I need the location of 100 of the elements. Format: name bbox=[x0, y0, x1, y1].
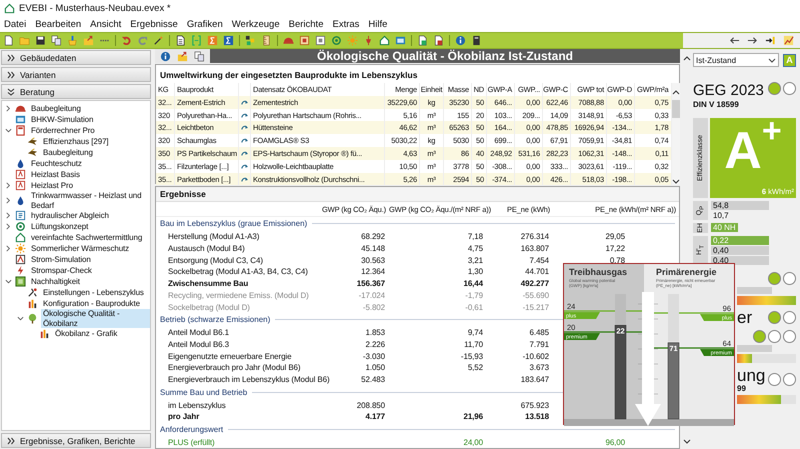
table-cell-text: 45.148 bbox=[360, 244, 386, 253]
window-title: EVEBI - Musterhaus-Neubau.evex * bbox=[19, 3, 171, 14]
scroll-up-icon[interactable] bbox=[682, 55, 690, 63]
row-label: Energieverbrauch im Lebenszyklus (Modul B6) bbox=[167, 375, 331, 384]
rating-title: ung bbox=[737, 366, 766, 384]
tree-item[interactable]: Sommerlicher Wärmeschutz bbox=[29, 244, 132, 254]
blocks-icon[interactable] bbox=[245, 35, 256, 46]
tree-item[interactable]: Strom-Simulation bbox=[29, 254, 93, 264]
table-cell-text: 0,78 bbox=[608, 256, 626, 265]
tree-item[interactable]: Heizlast Basis bbox=[29, 170, 82, 180]
table-cell-text: -3.030 bbox=[362, 352, 386, 361]
arrow-right-icon[interactable] bbox=[747, 35, 758, 46]
tree-item[interactable]: Lüftungskonzept bbox=[29, 222, 90, 232]
menu-item[interactable]: Ansicht bbox=[90, 19, 122, 30]
helmet-icon[interactable] bbox=[283, 35, 294, 46]
tree-item[interactable]: Stromspar-Check bbox=[29, 266, 94, 276]
arrow-left-icon[interactable] bbox=[729, 35, 740, 46]
tree-item[interactable]: Baubegleitung bbox=[41, 148, 95, 158]
save-icon[interactable] bbox=[35, 35, 46, 46]
collapse-icon[interactable] bbox=[7, 88, 15, 96]
table-cell-text: 96,00 bbox=[604, 438, 626, 447]
menu-item[interactable]: Grafiken bbox=[186, 19, 223, 30]
menu-item[interactable]: Bearbeiten bbox=[35, 19, 82, 30]
table-cell-text: 7.454 bbox=[528, 256, 550, 265]
tree-item[interactable]: vereinfachte Sachwertermittlung bbox=[29, 232, 144, 242]
tree-item[interactable]: Effizienzhaus [297] bbox=[41, 136, 111, 146]
metric-value: 10,7 bbox=[712, 211, 730, 220]
tree-item[interactable]: Ökobilanz - Grafik bbox=[53, 328, 120, 338]
ruler-icon[interactable] bbox=[261, 35, 272, 46]
expand-icon[interactable] bbox=[7, 436, 15, 444]
table-cell-text: -15.217 bbox=[522, 302, 550, 312]
tree-item[interactable]: Nachhaltigkeit bbox=[29, 276, 82, 286]
document-icon[interactable] bbox=[433, 35, 444, 46]
tree-item[interactable]: Heizlast Pro bbox=[29, 180, 75, 190]
menu-item[interactable]: Berichte bbox=[288, 19, 324, 30]
tree-item[interactable]: Einstellungen - Lebenszyklus bbox=[41, 288, 146, 298]
chart-icon[interactable] bbox=[783, 35, 794, 46]
table-cell-text: 156.367 bbox=[356, 279, 386, 288]
folder-arrow-icon[interactable] bbox=[177, 50, 188, 62]
tile-icon[interactable] bbox=[207, 35, 218, 46]
metric-value: 54,8 bbox=[711, 201, 769, 210]
document-icon[interactable] bbox=[175, 35, 186, 46]
bar-chart-icon bbox=[27, 298, 38, 309]
tree-item[interactable]: Baubegleitung bbox=[29, 104, 83, 114]
table-cell-text: 7,18 bbox=[466, 232, 484, 241]
tile-icon[interactable] bbox=[223, 35, 234, 46]
wand-icon[interactable] bbox=[153, 35, 164, 46]
menu-item[interactable]: Datei bbox=[4, 19, 26, 30]
scroll-down-icon[interactable] bbox=[672, 177, 680, 186]
tree-item[interactable]: Konfiguration - Bauprodukte bbox=[41, 298, 142, 308]
section-header[interactable]: Varianten bbox=[1, 67, 151, 82]
chart-title: Treibhausgas bbox=[569, 267, 628, 277]
table-cell-text: 29,05 bbox=[604, 232, 626, 241]
book-icon[interactable] bbox=[471, 35, 482, 46]
row-label: Sockelbetrag (Modul A1-A3, B4, C3, C4) bbox=[167, 267, 309, 276]
expand-icon[interactable] bbox=[7, 54, 15, 62]
section-header[interactable]: Ergebnisse, Grafiken, Berichte bbox=[1, 433, 151, 448]
house-icon[interactable] bbox=[379, 35, 390, 46]
rating-title: er bbox=[737, 308, 752, 326]
bar-chart-icon bbox=[39, 328, 50, 339]
menu-item[interactable]: Hilfe bbox=[368, 19, 388, 30]
info-icon[interactable] bbox=[455, 35, 466, 46]
page-icon[interactable] bbox=[3, 35, 14, 46]
menu-item[interactable]: Werkzeuge bbox=[232, 19, 280, 30]
section-header[interactable]: Gebäudedaten bbox=[1, 50, 151, 65]
tile-icon[interactable] bbox=[299, 35, 310, 46]
circle-icon[interactable] bbox=[331, 35, 342, 46]
row-label: Energieverbrauch pro Jahr (Modul B6) bbox=[167, 363, 302, 372]
row-label: Sockelbetrag (Modul D) bbox=[167, 302, 251, 312]
tree-item[interactable]: Feuchteschutz bbox=[29, 158, 84, 168]
table-cell-text: -55.690 bbox=[522, 290, 550, 300]
document-icon[interactable] bbox=[417, 35, 428, 46]
plug-icon[interactable] bbox=[363, 35, 374, 46]
menu-item[interactable]: Extras bbox=[332, 19, 360, 30]
bird-icon bbox=[27, 136, 38, 147]
menu-item[interactable]: Ergebnisse bbox=[130, 19, 178, 30]
table-cell-text: 492.277 bbox=[520, 279, 550, 288]
scroll-down-icon[interactable] bbox=[682, 437, 690, 445]
import-icon[interactable] bbox=[765, 35, 776, 46]
copy-icon[interactable] bbox=[51, 35, 62, 46]
tree-item[interactable]: hydraulischer Abgleich bbox=[29, 210, 111, 220]
variant-dropdown[interactable]: Ist-Zustand bbox=[693, 53, 779, 67]
undo-icon[interactable] bbox=[121, 35, 132, 46]
copy-icon[interactable] bbox=[194, 50, 205, 62]
window-icon[interactable] bbox=[395, 35, 406, 46]
tree-item[interactable]: Ökologische Qualität - Ökobilanz bbox=[41, 309, 150, 328]
tree-item[interactable]: BHKW-Simulation bbox=[29, 114, 96, 124]
tile-icon[interactable] bbox=[315, 35, 326, 46]
info-icon[interactable] bbox=[160, 50, 171, 62]
paint-bucket-icon[interactable] bbox=[67, 35, 78, 46]
sun-icon bbox=[15, 243, 26, 254]
metric-value: 0,22 bbox=[711, 236, 769, 245]
tree-item[interactable]: Förderrechner Pro bbox=[29, 126, 97, 136]
section-header[interactable]: Beratung bbox=[1, 84, 151, 99]
table-cell-text: 16,44 bbox=[462, 279, 484, 288]
expand-icon[interactable] bbox=[7, 70, 15, 78]
table-cell-text: 21,96 bbox=[462, 412, 484, 422]
folder-arrow-icon[interactable] bbox=[83, 35, 94, 46]
group-title: Summe Bau und Betrieb bbox=[160, 388, 248, 397]
table-cell-text: 11,70 bbox=[463, 340, 484, 349]
